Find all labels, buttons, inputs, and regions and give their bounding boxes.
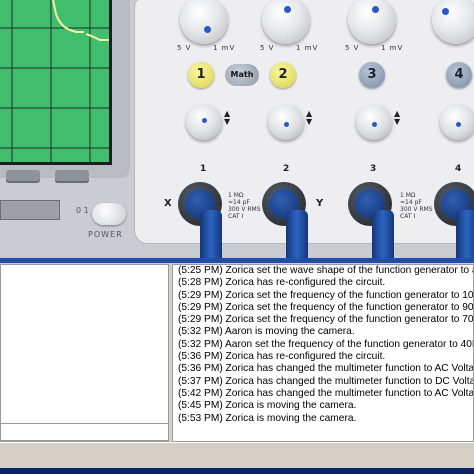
power-label: POWER: [88, 230, 123, 239]
spec-impedance: 1 MΩ: [228, 192, 244, 199]
x-axis-label: X: [164, 198, 172, 209]
volts-label-2: 5 V: [260, 44, 275, 52]
mvolts-label-3: 1 mV: [381, 44, 404, 52]
ch1-updown-icon: ▲ ▼: [224, 109, 231, 126]
log-entry: (5:29 PM) Zorica set the frequency of th…: [178, 289, 474, 301]
scope-softkey-2: [55, 170, 89, 183]
spec-impedance: 1 MΩ: [400, 192, 416, 199]
mvolts-label-1: 1 mV: [213, 44, 236, 52]
chat-input-field[interactable]: [0, 423, 169, 441]
ch3-updown-icon: ▲ ▼: [394, 109, 401, 126]
mvolts-label-2: 1 mV: [296, 44, 319, 52]
log-entry: (5:37 PM) Zorica has changed the multime…: [178, 375, 474, 387]
scope-grid: [0, 0, 109, 162]
spec-category: CAT I: [228, 213, 244, 220]
channel-number-4: 4: [455, 164, 462, 174]
spec-capacitance: ≈14 pF: [400, 199, 422, 206]
ch1-input-spec: 1 MΩ ≈14 pF 300 V RMS CAT I: [228, 192, 261, 220]
log-entry: (5:25 PM) Zorica set the wave shape of t…: [178, 265, 474, 276]
oscilloscope-screen: [0, 0, 112, 165]
log-entry: (5:45 PM) Zorica is moving the camera.: [178, 400, 357, 412]
spec-capacitance: ≈14 pF: [228, 199, 250, 206]
channel-number-2: 2: [283, 164, 290, 174]
ch3-probe-cable: [372, 210, 394, 258]
ch3-position-knob: [356, 104, 392, 140]
log-entry: (5:53 PM) Zorica is moving the camera.: [178, 412, 357, 424]
ch4-probe-cable: [456, 210, 474, 258]
event-log-pane[interactable]: (5:25 PM) Zorica set the wave shape of t…: [172, 264, 474, 442]
status-bar: [0, 442, 474, 469]
channel-number-1: 1: [200, 164, 207, 174]
ch1-probe-cable: [200, 210, 222, 258]
math-button: Math: [225, 64, 259, 86]
user-list-pane[interactable]: [0, 264, 169, 442]
ch4-position-knob: [440, 104, 474, 140]
spec-category: CAT I: [400, 213, 416, 220]
log-entry: (5:28 PM) Zorica has re-configured the c…: [178, 277, 386, 289]
ch2-probe-cable: [286, 210, 308, 258]
floppy-slot: [0, 200, 60, 220]
log-entry: (5:32 PM) Aaron set the frequency of the…: [178, 338, 474, 350]
spec-voltage: 300 V RMS: [400, 206, 433, 213]
camera-view: 0 1 POWER 5 V 1 mV 5 V 1 mV 5 V 1 mV 1 M…: [0, 0, 474, 258]
log-entry: (5:29 PM) Zorica set the frequency of th…: [178, 301, 474, 313]
volts-label-1: 5 V: [177, 44, 192, 52]
ch2-updown-icon: ▲ ▼: [306, 109, 313, 126]
volts-label-3: 5 V: [345, 44, 360, 52]
channel-4-button: 4: [446, 62, 472, 88]
scope-softkey-1: [6, 170, 40, 183]
ch1-position-knob: [186, 104, 222, 140]
taskbar-strip: [0, 468, 474, 474]
video-separator-bar: [0, 258, 474, 263]
channel-3-button: 3: [359, 62, 385, 88]
channel-number-3: 3: [370, 164, 377, 174]
scope-trace: [52, 0, 109, 41]
power-button: [92, 203, 126, 225]
event-log-list: (5:25 PM) Zorica set the wave shape of t…: [178, 265, 474, 425]
log-entry: (5:32 PM) Aaron is moving the camera.: [178, 326, 355, 338]
channel-1-button: 1: [188, 62, 214, 88]
ch2-position-knob: [268, 104, 304, 140]
power-switch-label: 0 1: [76, 206, 89, 215]
channel-2-button: 2: [270, 62, 296, 88]
y-axis-label: Y: [316, 198, 324, 209]
log-entry: (5:36 PM) Zorica has re-configured the c…: [178, 351, 386, 363]
log-entry: (5:29 PM) Zorica set the frequency of th…: [178, 314, 474, 326]
spec-voltage: 300 V RMS: [228, 206, 261, 213]
ch3-input-spec: 1 MΩ ≈14 pF 300 V RMS CAT I: [400, 192, 433, 220]
log-entry: (5:42 PM) Zorica has changed the multime…: [178, 387, 474, 399]
log-entry: (5:36 PM) Zorica has changed the multime…: [178, 363, 474, 375]
